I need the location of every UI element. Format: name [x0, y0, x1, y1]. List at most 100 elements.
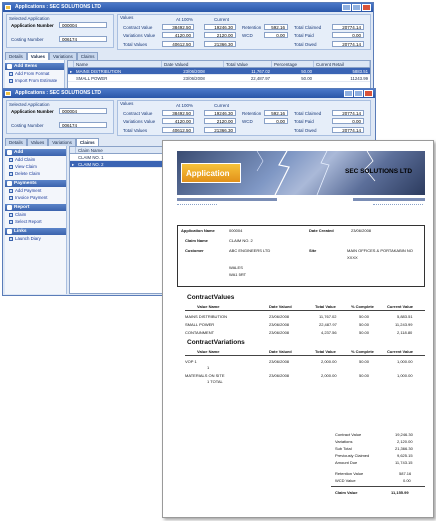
variations-value-current-field[interactable]: 2120.00 [204, 118, 236, 124]
totals-rule [331, 486, 425, 487]
total-claimed-field[interactable]: 20774.14 [332, 110, 364, 116]
values-label: Values [120, 15, 134, 20]
sidebar-item-import-from-estimate[interactable]: Import From Estimate [5, 77, 64, 84]
tab-claims[interactable]: Claims [76, 52, 99, 60]
tab-values[interactable]: Values [26, 52, 50, 60]
contract-value-label: Contract Value [123, 25, 153, 30]
sidebar-head-links[interactable]: Links [5, 228, 66, 235]
tab-values[interactable]: Values [26, 138, 49, 146]
sidebar-head-add[interactable]: Add [5, 149, 66, 156]
view-claim-icon [9, 164, 13, 169]
contract-row-2-name: SMALL POWER [185, 322, 215, 327]
total-owed-label: Total Owed [294, 128, 317, 133]
contract-value-current-field[interactable]: 19246.30 [204, 24, 236, 30]
sidebar-item-add-from-format[interactable]: Add From Format [5, 70, 64, 77]
sidebar-item-delete-claim[interactable]: Delete Claim [5, 170, 66, 177]
total-values-current-field[interactable]: 21366.30 [204, 41, 236, 47]
sidebar-item-launch-diary[interactable]: Launch Diary [5, 235, 66, 242]
contract-value-100-field[interactable]: 38492.50 [162, 24, 194, 30]
table-row[interactable]: ▸ MAINS DISTRIBUTION 23/06/2008 11,767.0… [68, 68, 370, 75]
total-values-label: Total Values [123, 42, 148, 47]
date-created-value: 23/06/2008 [351, 228, 372, 233]
total-paid-field[interactable]: 0.00 [332, 32, 364, 38]
retention-field[interactable]: 592.16 [264, 24, 288, 30]
table-row[interactable]: SMALL POWER 23/06/2008 22,487.97 50.00 1… [68, 75, 370, 82]
site-value: MAIN OFFICES & PORTAKABIN NO [347, 248, 413, 253]
wcd-field[interactable]: 0.00 [264, 32, 288, 38]
minimize-button[interactable] [342, 4, 351, 11]
contract-header-rule [185, 310, 425, 311]
add-icon [7, 64, 12, 69]
sidebar-item-select-report[interactable]: Select Report [5, 218, 66, 225]
application-number-field[interactable]: 000004 [59, 22, 107, 28]
sidebar-head-payments[interactable]: Payments [5, 180, 66, 187]
claim-name-value: CLAIM NO. 2 [229, 238, 253, 243]
sidebar-item-add-claim[interactable]: Add Claim [5, 156, 66, 163]
total-claimed-label: Total Claimed [294, 25, 322, 30]
sidebar-item-claim-report[interactable]: Claim [5, 211, 66, 218]
grid-header-total-value[interactable]: Total Value [224, 61, 272, 67]
claim-name-label: Claim Name [185, 238, 208, 243]
var-col-complete: % Complete [351, 349, 374, 354]
variations-header-rule [185, 355, 425, 356]
tab-details[interactable]: Details [5, 138, 27, 146]
grid-header-name[interactable]: Name [74, 61, 162, 67]
maximize-button[interactable] [354, 90, 363, 97]
variation-row-1-sub: 1 [207, 365, 210, 370]
amount-due-label: Amount Due [335, 460, 358, 465]
total-values-100-field[interactable]: 40612.50 [162, 41, 194, 47]
retention-field[interactable]: 592.16 [264, 110, 288, 116]
sidebar-item-label: Invoice Payment [15, 195, 48, 200]
tab-variations[interactable]: Variations [48, 138, 76, 146]
grid-header-date-valued[interactable]: Date Valued [162, 61, 224, 67]
total-paid-label: Total Paid [294, 33, 314, 38]
tab-details[interactable]: Details [5, 52, 27, 60]
col-date-valued: Date Valued [269, 304, 292, 309]
application-report-preview: Application SEC SOLUTIONS LTD Applicatio… [162, 140, 434, 518]
current-label: Current [214, 17, 230, 22]
sidebar-item-label: Add From Format [15, 71, 50, 76]
total-values-100-field[interactable]: 40612.50 [162, 127, 194, 133]
costing-number-field[interactable]: 006174 [59, 36, 107, 42]
grid-header-percentage[interactable]: Percentage [272, 61, 314, 67]
close-button[interactable] [362, 4, 371, 11]
total-paid-field[interactable]: 0.00 [332, 118, 364, 124]
variations-value-100-field[interactable]: 4120.00 [162, 32, 194, 38]
cell-name: SMALL POWER [76, 76, 108, 81]
sidebar-item-invoice-payment[interactable]: Invoice Payment [5, 194, 66, 201]
total-owed-field[interactable]: 20774.14 [332, 41, 364, 47]
grid-header-current-retail[interactable]: Current Retail [314, 61, 370, 67]
maximize-button[interactable] [352, 4, 361, 11]
contract-value-current-field[interactable]: 19246.30 [204, 110, 236, 116]
var-col-current-value: Current Value [387, 349, 414, 354]
costing-number-field[interactable]: 006174 [59, 122, 107, 128]
window-titlebar[interactable]: Applications : SEC SOLUTIONS LTD [3, 3, 373, 12]
wcd-field[interactable]: 0.00 [264, 118, 288, 124]
total-owed-field[interactable]: 20774.14 [332, 127, 364, 133]
close-button[interactable] [364, 90, 373, 97]
total-claimed-field[interactable]: 20774.14 [332, 24, 364, 30]
selected-application-group: Selected Application Application Number … [6, 100, 114, 134]
contract-value-100-field[interactable]: 38492.50 [162, 110, 194, 116]
total-variations-label: Variations [335, 439, 353, 444]
sidebar-head-label: Report [14, 205, 30, 210]
total-values-current-field[interactable]: 21366.30 [204, 127, 236, 133]
date-created-label: Date Created [309, 228, 334, 233]
sidebar-item-view-claim[interactable]: View Claim [5, 163, 66, 170]
cell-total: 11,767.02 [251, 69, 270, 74]
variations-value-100-field[interactable]: 4120.00 [162, 118, 194, 124]
sidebar-item-label: View Claim [15, 164, 37, 169]
values-group: Values At 100% Current Contract Value 38… [117, 14, 371, 50]
tab-variations[interactable]: Variations [49, 52, 77, 60]
variations-value-current-field[interactable]: 2120.00 [204, 32, 236, 38]
window-titlebar[interactable]: Applications : SEC SOLUTIONS LTD [3, 89, 375, 98]
minimize-button[interactable] [344, 90, 353, 97]
sidebar-item-add-payment[interactable]: Add Payment [5, 187, 66, 194]
application-number-field[interactable]: 000004 [59, 108, 107, 114]
sidebar-head-report[interactable]: Report [5, 204, 66, 211]
variations-value-label: Variations Value [123, 119, 156, 124]
tab-claims[interactable]: Claims [75, 138, 99, 146]
add-icon [7, 150, 12, 155]
sidebar-item-label: Claim [15, 212, 27, 217]
sidebar-head-add-items[interactable]: Add Items [5, 63, 64, 70]
